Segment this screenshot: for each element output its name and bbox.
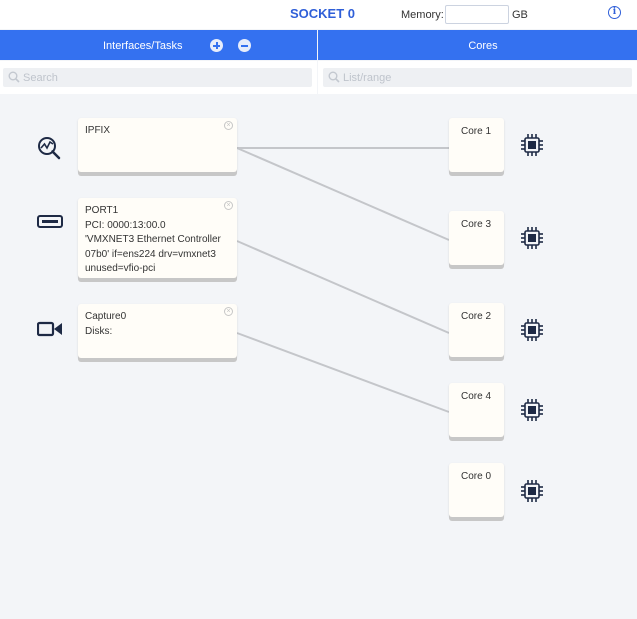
task-card-line: 'VMXNET3 Ethernet Controller: [85, 234, 221, 245]
task-card-port1[interactable]: PORT1 PCI: 0000:13:00.0 'VMXNET3 Etherne…: [78, 198, 237, 278]
task-card-line: PCI: 0000:13:00.0: [85, 219, 166, 231]
network-port-icon: [37, 215, 63, 228]
cpu-chip-icon: [521, 134, 543, 156]
core-label: Core 1: [461, 126, 492, 137]
ipfix-analytics-icon: [38, 137, 61, 160]
cpu-chip-icon: [521, 227, 543, 249]
task-card-line: PORT1: [85, 205, 119, 216]
core-card-3[interactable]: Core 3: [449, 211, 504, 265]
close-icon[interactable]: ×: [224, 201, 233, 210]
cpu-chip-icon: [521, 319, 543, 341]
task-card-line: 07b0' if=ens224 drv=vmxnet3: [85, 248, 216, 260]
socket-configuration-panel: SOCKET 0 Memory: GB i Interfaces/Tasks C…: [0, 0, 637, 619]
core-card-4[interactable]: Core 4: [449, 383, 504, 437]
close-icon[interactable]: ×: [224, 121, 233, 130]
task-card-ipfix[interactable]: IPFIX ×: [78, 118, 237, 172]
task-card-line: Disks:: [85, 325, 113, 337]
task-card-line: IPFIX: [85, 125, 111, 136]
core-label: Core 4: [461, 391, 492, 402]
connection-ipfix-core3: [236, 147, 450, 241]
task-card-line: Capture0: [85, 311, 127, 322]
close-icon[interactable]: ×: [224, 307, 233, 316]
cpu-chip-icon: [521, 480, 543, 502]
core-card-2[interactable]: Core 2: [449, 303, 504, 357]
cpu-chip-icon: [521, 399, 543, 421]
core-label: Core 0: [461, 471, 492, 482]
core-card-0[interactable]: Core 0: [449, 463, 504, 517]
connection-capture0-core4: [236, 332, 450, 413]
connection-port1-core2: [236, 240, 450, 334]
video-camera-icon: [37, 321, 62, 337]
core-label: Core 3: [461, 219, 492, 230]
core-label: Core 2: [461, 311, 492, 322]
task-card-capture0[interactable]: Capture0 Disks: ×: [78, 304, 237, 358]
core-card-1[interactable]: Core 1: [449, 118, 504, 172]
task-card-line: unused=vfio-pci: [85, 263, 156, 274]
